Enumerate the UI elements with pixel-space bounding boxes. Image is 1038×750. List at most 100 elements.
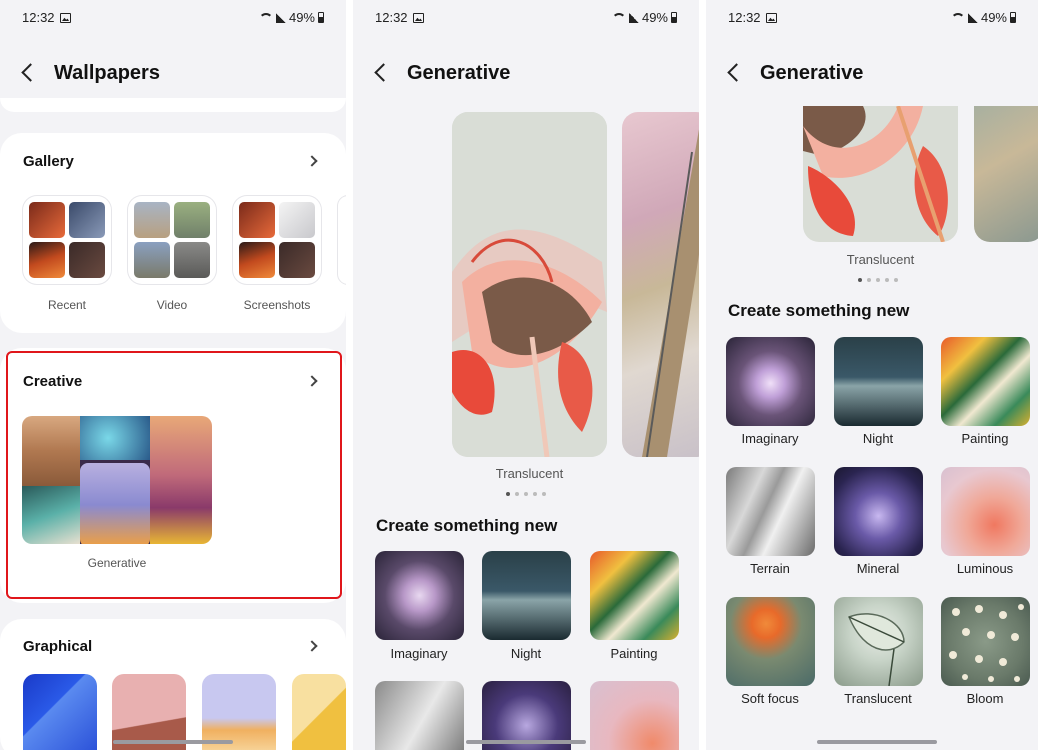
- tile-bloom[interactable]: [941, 597, 1030, 686]
- home-indicator[interactable]: [817, 740, 937, 744]
- page-dot: [515, 492, 519, 496]
- image-notification-icon: [60, 13, 71, 23]
- tile-imaginary[interactable]: [726, 337, 815, 426]
- page-dot: [542, 492, 546, 496]
- tile-terrain[interactable]: [375, 681, 464, 750]
- tile-label: Imaginary: [741, 431, 799, 446]
- section-title: Create something new: [728, 301, 910, 320]
- header: Generative: [706, 56, 1038, 92]
- page-dot: [524, 492, 528, 496]
- page-dot: [533, 492, 537, 496]
- battery-icon: [671, 12, 677, 23]
- wallpaper-preview-translucent[interactable]: [452, 112, 607, 457]
- graphical-wallpaper-sunset[interactable]: [202, 674, 276, 750]
- page-dot: [876, 278, 880, 282]
- back-arrow-icon[interactable]: [374, 63, 393, 82]
- tile-soft-focus[interactable]: [726, 597, 815, 686]
- tile-painting[interactable]: [590, 551, 679, 640]
- page-dot: [506, 492, 510, 496]
- tile-translucent[interactable]: [834, 597, 923, 686]
- bloom-image: [949, 604, 1024, 682]
- status-time: 12:32: [728, 10, 761, 25]
- tile-label: Luminous: [956, 561, 1014, 576]
- tile-label: Night: [862, 431, 894, 446]
- album-label: Video: [156, 298, 188, 312]
- signal-icon: [275, 12, 286, 23]
- graphical-wallpaper-yellow[interactable]: [292, 674, 346, 750]
- tile-label: Imaginary: [390, 646, 448, 661]
- wifi-icon: [258, 12, 273, 23]
- back-arrow-icon[interactable]: [727, 63, 746, 82]
- header: Generative: [353, 56, 699, 92]
- gallery-album-screenshots[interactable]: [233, 196, 321, 284]
- previous-section-card: [0, 98, 346, 112]
- header: Wallpapers: [0, 56, 346, 92]
- tile-label: Bloom: [966, 691, 1004, 706]
- wallpaper-preview-translucent[interactable]: [803, 106, 958, 242]
- wallpaper-preview-terrain[interactable]: [974, 106, 1038, 242]
- page-indicator: [858, 278, 898, 282]
- wallpaper-preview-terrain[interactable]: [622, 112, 699, 457]
- wallpapers-screen: 12:32 49% Wallpapers Gallery Recent Vide…: [0, 0, 346, 750]
- battery-icon: [318, 12, 324, 23]
- page-dot: [867, 278, 871, 282]
- album-label: Recent: [47, 298, 87, 312]
- gallery-album-recent[interactable]: [23, 196, 111, 284]
- tile-label: Night: [510, 646, 542, 661]
- graphical-wallpaper-pink[interactable]: [112, 674, 186, 750]
- tile-imaginary[interactable]: [375, 551, 464, 640]
- chevron-right-icon[interactable]: [306, 155, 318, 167]
- section-title: Create something new: [376, 516, 558, 535]
- tile-night[interactable]: [482, 551, 571, 640]
- battery-percent: 49%: [288, 10, 315, 25]
- status-bar: 12:32 49%: [0, 10, 346, 28]
- status-bar: 12:32 49%: [706, 10, 1038, 28]
- gallery-title: Gallery: [23, 153, 74, 170]
- status-bar: 12:32 49%: [353, 10, 699, 28]
- page-dot: [894, 278, 898, 282]
- wifi-icon: [611, 12, 626, 23]
- tile-label: Painting: [610, 646, 658, 661]
- page-indicator: [506, 492, 546, 496]
- gallery-album-video[interactable]: [128, 196, 216, 284]
- back-arrow-icon[interactable]: [21, 63, 40, 82]
- tile-terrain[interactable]: [726, 467, 815, 556]
- image-notification-icon: [766, 13, 777, 23]
- battery-percent: 49%: [641, 10, 668, 25]
- tile-luminous[interactable]: [941, 467, 1030, 556]
- chevron-right-icon[interactable]: [306, 640, 318, 652]
- signal-icon: [628, 12, 639, 23]
- flower-image: [803, 106, 948, 242]
- status-time: 12:32: [375, 10, 408, 25]
- terrain-image: [642, 129, 699, 457]
- tile-luminous[interactable]: [590, 681, 679, 750]
- leaf-image: [848, 613, 905, 686]
- home-indicator[interactable]: [466, 740, 586, 744]
- page-title: Generative: [407, 62, 511, 84]
- graphical-title: Graphical: [23, 638, 93, 655]
- tile-mineral[interactable]: [834, 467, 923, 556]
- generative-screen: 12:32 49% Generative Translucent Create …: [353, 0, 699, 750]
- album-label: Screenshots: [243, 298, 311, 312]
- generative-screen-scrolled: 12:32 49% Generative Translucent Create …: [706, 0, 1038, 750]
- preview-label: Translucent: [846, 252, 915, 267]
- tile-night[interactable]: [834, 337, 923, 426]
- battery-icon: [1010, 12, 1016, 23]
- flower-image: [452, 112, 607, 457]
- battery-percent: 49%: [980, 10, 1007, 25]
- image-notification-icon: [413, 13, 424, 23]
- page-title: Generative: [760, 62, 864, 84]
- page-dot: [858, 278, 862, 282]
- page-dot: [885, 278, 889, 282]
- creative-highlight-box: [6, 351, 342, 599]
- gallery-card[interactable]: Gallery Recent Video Screenshots: [0, 133, 346, 333]
- tile-label: Soft focus: [741, 691, 799, 706]
- graphical-wallpaper-blue[interactable]: [23, 674, 97, 750]
- home-indicator[interactable]: [113, 740, 233, 744]
- tile-painting[interactable]: [941, 337, 1030, 426]
- tile-label: Painting: [961, 431, 1009, 446]
- tile-label: Terrain: [750, 561, 790, 576]
- gallery-album-partial[interactable]: [338, 196, 346, 284]
- wifi-icon: [950, 12, 965, 23]
- page-title: Wallpapers: [54, 62, 160, 84]
